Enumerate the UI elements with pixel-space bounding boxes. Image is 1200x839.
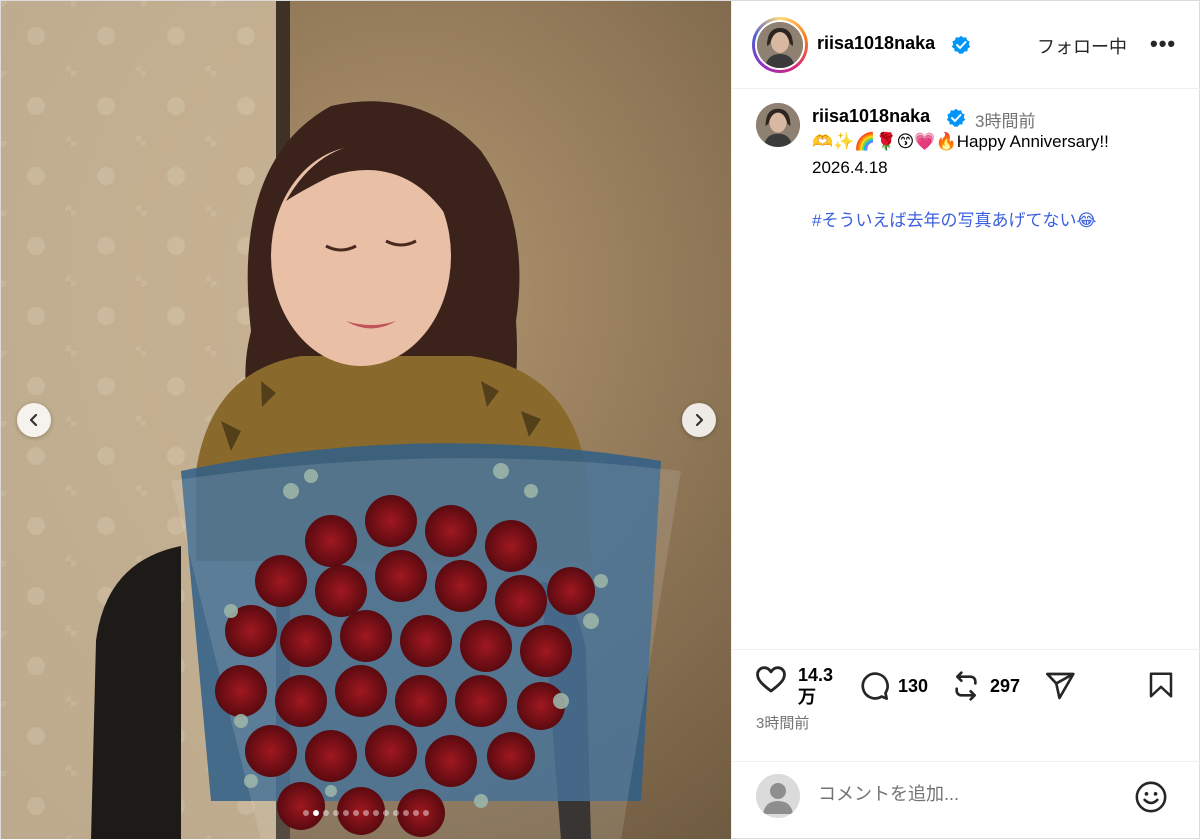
emoji-icon: [1135, 781, 1167, 813]
chevron-left-icon: [29, 413, 38, 427]
comment-count: 130: [898, 675, 929, 696]
like-button[interactable]: [754, 662, 788, 696]
carousel-dot: [383, 810, 389, 816]
author-avatar[interactable]: [752, 17, 808, 73]
carousel-dot: [313, 810, 319, 816]
repost-button[interactable]: 297: [950, 670, 1020, 702]
avatar-icon: [757, 22, 803, 68]
bookmark-icon: [1149, 672, 1173, 698]
post-actions: 14.3万 130 297 3時間前: [732, 649, 1200, 761]
carousel-dot: [423, 810, 429, 816]
post-media[interactable]: [1, 1, 731, 839]
post-dialog: riisa1018naka フォロー中 ••• riisa1018naka 3時…: [0, 0, 1200, 839]
carousel-dot: [403, 810, 409, 816]
post-timestamp[interactable]: 3時間前: [756, 712, 809, 733]
caption-date: 2026.4.18: [812, 158, 888, 177]
caption-username[interactable]: riisa1018naka: [812, 106, 930, 127]
caption-avatar[interactable]: [756, 103, 800, 147]
carousel-dot: [413, 810, 419, 816]
carousel-dot: [343, 810, 349, 816]
carousel-indicator: [1, 810, 731, 816]
following-button[interactable]: フォロー中: [1037, 33, 1127, 59]
carousel-dot: [353, 810, 359, 816]
caption-text: 🫶✨🌈🌹😙💗🔥Happy Anniversary!!: [812, 132, 1109, 151]
emoji-button[interactable]: [1134, 780, 1168, 819]
carousel-dot: [373, 810, 379, 816]
share-button[interactable]: [1044, 670, 1076, 702]
carousel-dot: [323, 810, 329, 816]
repost-count: 297: [990, 675, 1021, 696]
caption-timestamp[interactable]: 3時間前: [975, 107, 1035, 132]
repost-icon: [955, 671, 977, 701]
comment-composer: [732, 761, 1200, 839]
comment-input[interactable]: [818, 784, 1118, 805]
post-header: riisa1018naka フォロー中 •••: [732, 1, 1200, 89]
user-placeholder-icon: [756, 774, 800, 818]
heart-icon: [756, 666, 786, 693]
verified-icon: [951, 35, 971, 54]
like-count[interactable]: 14.3万: [798, 664, 842, 708]
share-icon: [1046, 672, 1075, 700]
carousel-dot: [393, 810, 399, 816]
carousel-prev-button[interactable]: [17, 403, 51, 437]
comment-icon: [861, 672, 889, 700]
post-photo: [1, 1, 731, 839]
more-options-button[interactable]: •••: [1150, 31, 1176, 57]
verified-icon: [946, 108, 966, 127]
author-username[interactable]: riisa1018naka: [817, 33, 935, 54]
avatar-icon: [756, 103, 800, 147]
caption-hashtag-link[interactable]: #そういえば去年の写真あげてない😂: [812, 206, 1096, 231]
carousel-dot: [363, 810, 369, 816]
carousel-dot: [333, 810, 339, 816]
carousel-dot: [303, 810, 309, 816]
post-side-panel: riisa1018naka フォロー中 ••• riisa1018naka 3時…: [731, 1, 1200, 839]
save-button[interactable]: [1146, 670, 1176, 700]
viewer-avatar: [756, 774, 800, 818]
comment-button[interactable]: 130: [858, 670, 928, 702]
chevron-right-icon: [695, 413, 704, 427]
carousel-next-button[interactable]: [682, 403, 716, 437]
